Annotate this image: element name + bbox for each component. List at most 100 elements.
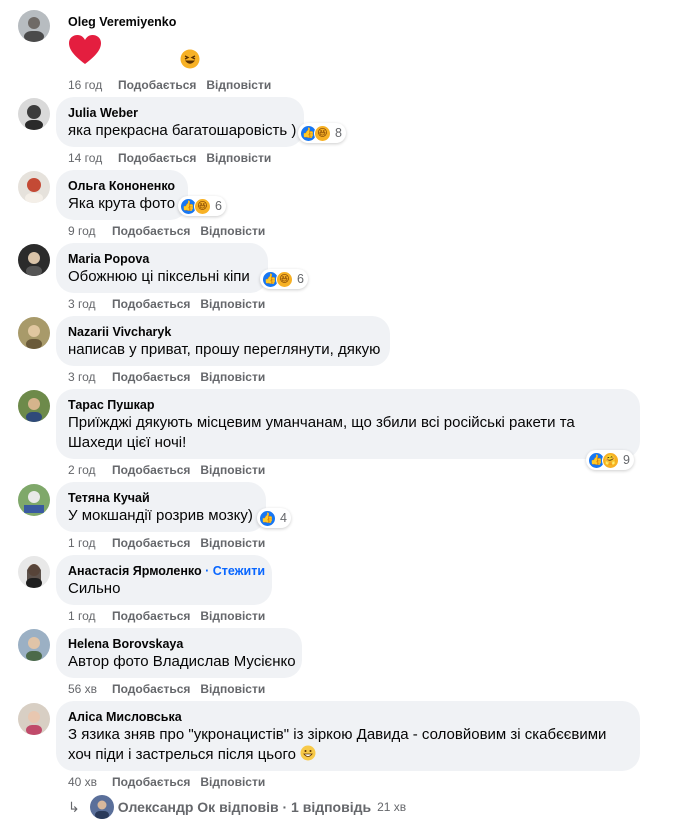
comment-text: хоч піди і застрелься після цього	[68, 746, 296, 763]
haha-icon: 😆	[194, 197, 211, 215]
comment-bubble: Helena Borovskaya Автор фото Владислав М…	[56, 628, 302, 678]
comment-text: написав у приват, прошу переглянути, дяк…	[68, 341, 381, 358]
like-button[interactable]: Подобається	[118, 77, 196, 93]
reply-button[interactable]: Відповісти	[206, 150, 271, 166]
comment-text-line: хоч піди і застрелься після цього	[68, 745, 628, 765]
reactions-summary[interactable]: 👍 😆 8	[298, 123, 346, 143]
comment-bubble: Тарас Пушкар Приїжджі дякують місцевим у…	[56, 389, 640, 459]
reply-button[interactable]: Відповісти	[200, 369, 265, 385]
reply-count[interactable]: 1 відповідь	[291, 799, 371, 815]
comment-author[interactable]: Julia Weber	[68, 105, 292, 121]
haha-icon	[180, 49, 200, 69]
comment-actions: 14 год Подобається Відповісти	[68, 150, 271, 166]
comment-text: Яка крута фото	[68, 195, 176, 212]
care-icon: 🤗	[602, 451, 619, 469]
comment-bubble: Maria Popova Обожнюю ці піксельні кіпи	[56, 243, 268, 293]
like-icon: 👍	[259, 509, 276, 527]
comment-time[interactable]: 56 хв	[68, 681, 112, 697]
follow-button[interactable]: · Стежити	[205, 564, 265, 578]
comment-time[interactable]: 2 год	[68, 462, 112, 478]
comment-text: яка прекрасна багатошаровість )	[68, 122, 297, 139]
comment-text: Автор фото Владислав Мусієнко	[68, 653, 296, 670]
comment-actions: 1 год Подобається Відповісти	[68, 608, 265, 624]
comment-time[interactable]: 14 год	[68, 150, 118, 166]
avatar[interactable]	[18, 703, 50, 735]
reply-arrow-icon: ↳	[68, 798, 80, 815]
comment-actions: 9 год Подобається Відповісти	[68, 223, 265, 239]
comment-author[interactable]: Аліса Мисловська	[68, 709, 628, 725]
comment-actions: 2 год Подобається Відповісти	[68, 462, 265, 478]
comment-text: З язика зняв про "укронацистів" із зірко…	[68, 726, 607, 743]
reply-button[interactable]: Відповісти	[200, 223, 265, 239]
reply-author[interactable]: Олександр Ок	[118, 799, 215, 815]
avatar[interactable]	[18, 317, 50, 349]
like-button[interactable]: Подобається	[112, 535, 190, 551]
comment-bubble: Ольга Кононенко Яка крута фото	[56, 170, 188, 220]
like-button[interactable]: Подобається	[112, 608, 190, 624]
comment-bubble: Nazarii Vivcharyk написав у приват, прош…	[56, 316, 390, 366]
avatar[interactable]	[18, 556, 50, 588]
reaction-count: 8	[335, 126, 342, 140]
reactions-summary[interactable]: 👍 😆 6	[260, 269, 308, 289]
like-button[interactable]: Подобається	[112, 296, 190, 312]
comment-author[interactable]: Ольга Кононенко	[68, 178, 176, 194]
avatar[interactable]	[18, 171, 50, 203]
view-replies-link[interactable]: ↳ Олександр Ок відповів · 1 відповідь 21…	[68, 795, 406, 819]
comment-bubble: Анастасія Ярмоленко · Стежити Сильно	[56, 555, 272, 605]
comment-text: У мокшандії розрив мозку)	[68, 507, 253, 524]
reply-button[interactable]: Відповісти	[200, 774, 265, 790]
comment-time[interactable]: 3 год	[68, 296, 112, 312]
comment-time[interactable]: 16 год	[68, 77, 118, 93]
comment-time[interactable]: 1 год	[68, 608, 112, 624]
author-name[interactable]: Анастасія Ярмоленко	[68, 564, 202, 578]
like-button[interactable]: Подобається	[112, 462, 190, 478]
reactions-summary[interactable]: 👍 4	[257, 508, 291, 528]
comment-bubble: Тетяна Кучай У мокшандії розрив мозку)	[56, 482, 266, 532]
reply-button[interactable]: Відповісти	[206, 77, 271, 93]
reply-button[interactable]: Відповісти	[200, 462, 265, 478]
avatar[interactable]	[18, 98, 50, 130]
avatar	[89, 795, 114, 819]
comment-author[interactable]: Тетяна Кучай	[68, 490, 254, 506]
comment-author[interactable]: Oleg Veremiyenko	[68, 14, 176, 30]
comment-text: Шахеди цієї ночі!	[68, 434, 187, 451]
reply-button[interactable]: Відповісти	[200, 608, 265, 624]
reply-button[interactable]: Відповісти	[200, 681, 265, 697]
reactions-summary[interactable]: 👍 😆 6	[178, 196, 226, 216]
avatar[interactable]	[18, 629, 50, 661]
like-button[interactable]: Подобається	[112, 774, 190, 790]
reply-button[interactable]: Відповісти	[200, 296, 265, 312]
reply-action: відповів	[219, 799, 279, 815]
comment-time[interactable]: 40 хв	[68, 774, 112, 790]
haha-icon: 😆	[314, 124, 331, 142]
comment-author[interactable]: Maria Popova	[68, 251, 256, 267]
reaction-count: 4	[280, 511, 287, 525]
comment-time[interactable]: 3 год	[68, 369, 112, 385]
avatar[interactable]	[18, 244, 50, 276]
comment-actions: 1 год Подобається Відповісти	[68, 535, 265, 551]
comment-text: Сильно	[68, 580, 121, 597]
comment-actions: 56 хв Подобається Відповісти	[68, 681, 265, 697]
reply-button[interactable]: Відповісти	[200, 535, 265, 551]
avatar[interactable]	[18, 484, 50, 516]
comment-bubble: Аліса Мисловська З язика зняв про "укрон…	[56, 701, 640, 771]
avatar[interactable]	[18, 390, 50, 422]
comment-time[interactable]: 9 год	[68, 223, 112, 239]
comment-author[interactable]: Helena Borovskaya	[68, 636, 290, 652]
reaction-count: 9	[623, 453, 630, 467]
like-button[interactable]: Подобається	[112, 369, 190, 385]
reaction-count: 6	[297, 272, 304, 286]
comment-author[interactable]: Nazarii Vivcharyk	[68, 324, 378, 340]
reactions-summary[interactable]: 👍 🤗 9	[586, 450, 634, 470]
comment-author[interactable]: Тарас Пушкар	[68, 397, 628, 413]
like-button[interactable]: Подобається	[112, 681, 190, 697]
comment-actions: 3 год Подобається Відповісти	[68, 369, 265, 385]
reply-separator: ·	[282, 799, 288, 815]
comment-text: Приїжджі дякують місцевим уманчанам, що …	[68, 414, 575, 431]
comment-bubble: Julia Weber яка прекрасна багатошаровіст…	[56, 97, 304, 147]
like-button[interactable]: Подобається	[118, 150, 196, 166]
avatar[interactable]	[18, 10, 50, 42]
comment-time[interactable]: 1 год	[68, 535, 112, 551]
heart-icon	[69, 35, 101, 64]
like-button[interactable]: Подобається	[112, 223, 190, 239]
